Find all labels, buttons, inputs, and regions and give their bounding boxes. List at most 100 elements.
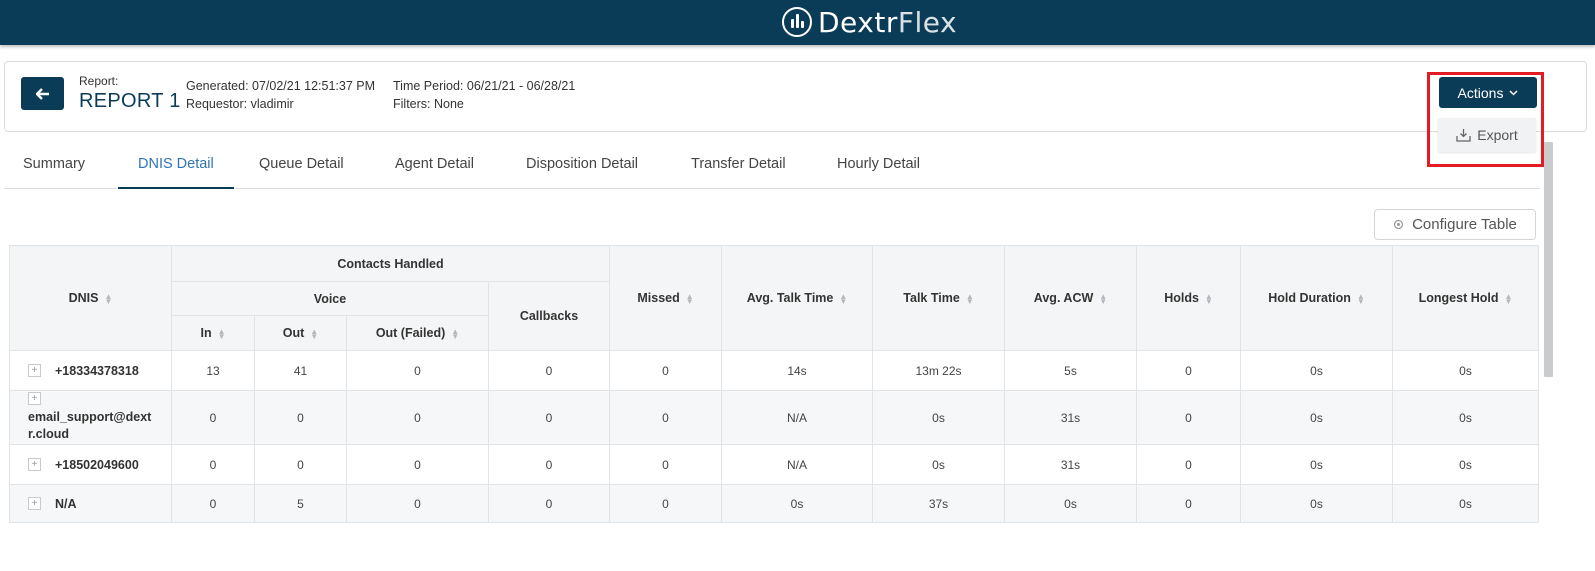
dextrflex-logo[interactable]: DextrFlex	[782, 5, 957, 39]
report-name: REPORT 1	[79, 90, 181, 112]
sort-icon: ▲ ▼	[685, 291, 694, 306]
cell-hold-duration: 0s	[1240, 350, 1394, 391]
cell-talk-time: 0s	[872, 444, 1006, 485]
report-header-card: Report: REPORT 1 Generated: 07/02/21 12:…	[4, 61, 1587, 132]
tab-agent-detail[interactable]: Agent Detail	[395, 156, 474, 187]
header-hold-duration[interactable]: Hold Duration ▲ ▼	[1240, 245, 1394, 351]
report-tabs: Summary DNIS Detail Queue Detail Agent D…	[4, 144, 1540, 189]
cell-hold-duration: 0s	[1240, 444, 1394, 485]
tab-disposition-detail[interactable]: Disposition Detail	[526, 156, 638, 187]
logo-text-part1: Dextr	[818, 5, 898, 39]
sort-icon: ▲ ▼	[1356, 291, 1365, 306]
cell-in: 13	[171, 350, 255, 391]
header-dnis-label: DNIS	[68, 291, 99, 305]
cell-longest-hold: 0s	[1392, 390, 1540, 445]
dnis-cell: + +18502049600	[9, 444, 172, 485]
cell-out: 41	[254, 350, 347, 391]
header-dnis[interactable]: DNIS ▲ ▼	[9, 245, 172, 351]
cell-avg-talk-time: 14s	[721, 350, 874, 391]
cell-hold-duration: 0s	[1240, 484, 1394, 523]
dnis-value: N/A	[55, 496, 77, 511]
header-in-label: In	[200, 326, 212, 340]
table-row: + email_support@dext r.cloud 0 0 0 0 0 N/A…	[9, 390, 1540, 445]
cell-holds: 0	[1136, 484, 1242, 523]
cell-missed: 0	[609, 484, 723, 523]
cell-longest-hold: 0s	[1392, 350, 1540, 391]
dnis-value-line2: r.cloud	[28, 427, 69, 441]
header-missed[interactable]: Missed ▲ ▼	[609, 245, 723, 351]
header-callbacks: Callbacks	[487, 281, 611, 351]
dnis-value-line1: email_support@dext	[28, 410, 152, 424]
tab-hourly-detail[interactable]: Hourly Detail	[837, 156, 920, 187]
table-row: + +18502049600 0 0 0 0 0 N/A 0s 31s 0 0s …	[9, 444, 1540, 485]
header-avg-talk-time[interactable]: Avg. Talk Time ▲ ▼	[721, 245, 874, 351]
header-talk-time[interactable]: Talk Time ▲ ▼	[872, 245, 1006, 351]
dnis-value: +18502049600	[55, 457, 139, 472]
header-longest-hold-label: Longest Hold	[1418, 291, 1499, 305]
cell-in: 0	[171, 444, 255, 485]
header-holds-label: Holds	[1164, 291, 1199, 305]
tab-queue-detail[interactable]: Queue Detail	[259, 156, 344, 187]
report-label: Report:	[79, 74, 119, 88]
header-avg-talk-time-label: Avg. Talk Time	[746, 291, 834, 305]
cell-missed: 0	[609, 350, 723, 391]
header-out-label: Out	[282, 326, 305, 340]
tab-transfer-detail[interactable]: Transfer Detail	[691, 156, 786, 187]
gear-icon	[1393, 219, 1404, 230]
header-in[interactable]: In ▲ ▼	[171, 315, 255, 351]
sort-icon: ▲ ▼	[965, 291, 974, 306]
expand-row-button[interactable]: +	[28, 364, 41, 378]
expand-row-button[interactable]: +	[28, 458, 41, 472]
dnis-cell: + +18334378318	[9, 350, 172, 391]
cell-out: 5	[254, 484, 347, 523]
back-button[interactable]	[21, 77, 64, 110]
cell-holds: 0	[1136, 390, 1242, 445]
time-period-text: Time Period: 06/21/21 - 06/28/21	[393, 79, 576, 93]
cell-avg-acw: 31s	[1004, 390, 1138, 445]
sort-icon: ▲ ▼	[310, 326, 319, 341]
logo-text: DextrFlex	[818, 6, 957, 39]
report-filter-info: Time Period: 06/21/21 - 06/28/21 Filters…	[393, 77, 575, 113]
expand-row-button[interactable]: +	[28, 392, 41, 405]
cell-avg-acw: 31s	[1004, 444, 1138, 485]
logo-text-part2: Flex	[897, 5, 958, 39]
top-navbar: DextrFlex	[0, 0, 1595, 45]
header-avg-acw-label: Avg. ACW	[1033, 291, 1094, 305]
table-row: + +18334378318 13 41 0 0 0 14s 13m 22s 5s…	[9, 350, 1540, 391]
header-out[interactable]: Out ▲ ▼	[254, 315, 347, 351]
configure-table-button[interactable]: Configure Table	[1374, 209, 1536, 240]
sort-icon: ▲ ▼	[839, 291, 848, 306]
cell-avg-talk-time: 0s	[721, 484, 874, 523]
cell-talk-time: 13m 22s	[872, 350, 1006, 391]
dnis-cell: + N/A	[9, 484, 172, 523]
expand-row-button[interactable]: +	[28, 497, 41, 511]
header-holds[interactable]: Holds ▲ ▼	[1136, 245, 1242, 351]
logo-bars-icon	[782, 7, 812, 37]
header-contacts-handled: Contacts Handled	[170, 245, 611, 282]
sort-icon: ▲ ▼	[104, 291, 113, 306]
header-out-failed-label: Out (Failed)	[375, 326, 446, 340]
dnis-cell: + email_support@dext r.cloud	[9, 390, 172, 445]
header-avg-acw[interactable]: Avg. ACW ▲ ▼	[1004, 245, 1138, 351]
table-row: + N/A 0 5 0 0 0 0s 37s 0s 0 0s 0s	[9, 484, 1540, 523]
header-longest-hold[interactable]: Longest Hold ▲ ▼	[1392, 245, 1540, 351]
dnis-detail-table: DNIS ▲ ▼ Contacts Handled Missed ▲ ▼ Avg. Ta…	[9, 245, 1540, 523]
configure-table-label: Configure Table	[1412, 216, 1517, 233]
header-voice: Voice	[171, 281, 489, 316]
cell-avg-talk-time: N/A	[721, 390, 874, 445]
cell-avg-acw: 5s	[1004, 350, 1138, 391]
tab-dnis-detail[interactable]: DNIS Detail	[118, 156, 234, 189]
header-hold-duration-label: Hold Duration	[1268, 291, 1351, 305]
arrow-left-icon	[35, 87, 49, 100]
sort-icon: ▲ ▼	[451, 326, 460, 341]
cell-longest-hold: 0s	[1392, 484, 1540, 523]
cell-talk-time: 37s	[872, 484, 1006, 523]
cell-callbacks: 0	[487, 350, 611, 391]
sort-icon: ▲ ▼	[1099, 291, 1108, 306]
vertical-scrollbar[interactable]	[1544, 142, 1553, 377]
tab-summary[interactable]: Summary	[23, 156, 85, 187]
cell-holds: 0	[1136, 444, 1242, 485]
cell-out-failed: 0	[346, 484, 489, 523]
header-out-failed[interactable]: Out (Failed) ▲ ▼	[346, 315, 489, 351]
cell-talk-time: 0s	[872, 390, 1006, 445]
